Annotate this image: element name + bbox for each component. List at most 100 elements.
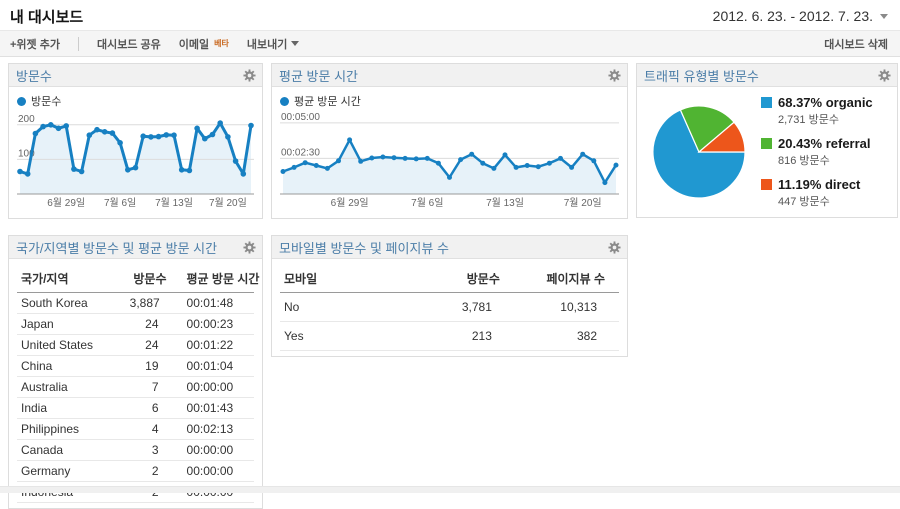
delete-dashboard-button[interactable]: 대시보드 삭제 [824, 36, 888, 52]
date-range-selector[interactable]: 2012. 6. 23. - 2012. 7. 23. [713, 8, 888, 24]
table-cell: 7 [124, 377, 181, 398]
legend-item-organic: 68.37% organic 2,731 방문수 [761, 95, 873, 127]
dashboard-content: 방문수 방문수 1002006월 29일7월 6일7월 13일7월 20일 국가… [0, 57, 900, 509]
email-button-label: 이메일 [179, 36, 209, 52]
table-row: China1900:01:04 [17, 356, 254, 377]
table-cell: South Korea [17, 293, 124, 314]
legend-percent-label: 68.37% organic [778, 95, 873, 110]
export-button-label: 내보내기 [247, 36, 287, 52]
table-cell: Yes [280, 322, 409, 351]
legend-item-direct: 11.19% direct 447 방문수 [761, 177, 873, 209]
table-cell: 00:01:48 [181, 293, 254, 314]
table-cell: 00:00:23 [181, 314, 254, 335]
table-row: South Korea3,88700:01:48 [17, 293, 254, 314]
table-cell: Canada [17, 440, 124, 461]
table-row: Germany200:00:00 [17, 461, 254, 482]
column-header: 방문수 [124, 264, 181, 293]
legend-label: 방문수 [31, 93, 61, 109]
svg-text:00:02:30: 00:02:30 [281, 147, 320, 158]
table-cell: 24 [124, 335, 181, 356]
table-cell: Australia [17, 377, 124, 398]
table-cell: 24 [124, 314, 181, 335]
export-button[interactable]: 내보내기 [247, 36, 299, 52]
visits-line-chart[interactable]: 1002006월 29일7월 6일7월 13일7월 20일 [17, 111, 254, 208]
widget-traffic-type: 트래픽 유형별 방문수 68.37% organic 2,731 방문수 20.… [636, 63, 898, 218]
table-row: United States2400:01:22 [17, 335, 254, 356]
countries-table: 국가/지역방문수평균 방문 시간South Korea3,88700:01:48… [17, 264, 254, 503]
table-cell: United States [17, 335, 124, 356]
widget-title-traffic-type[interactable]: 트래픽 유형별 방문수 [644, 66, 759, 85]
dashboard-titlebar: 내 대시보드 2012. 6. 23. - 2012. 7. 23. [0, 0, 900, 30]
chevron-down-icon [291, 41, 299, 46]
widget-header: 국가/지역별 방문수 및 평균 방문 시간 [9, 236, 262, 259]
chart-legend: 방문수 [17, 93, 254, 109]
add-widget-button[interactable]: +위젯 추가 [10, 36, 60, 52]
table-row: Canada300:00:00 [17, 440, 254, 461]
traffic-type-pie-chart[interactable] [651, 104, 747, 200]
table-cell: 6 [124, 398, 181, 419]
avg-visit-time-line-chart[interactable]: 00:02:3000:05:006월 29일7월 6일7월 13일7월 20일 [280, 111, 619, 208]
table-cell: 3 [124, 440, 181, 461]
table-cell: 00:00:00 [181, 461, 254, 482]
legend-swatch-icon [761, 179, 772, 190]
svg-text:6월 29일: 6월 29일 [47, 197, 85, 208]
widget-mobile: 모바일별 방문수 및 페이지뷰 수 모바일방문수페이지뷰 수No3,78110,… [271, 235, 628, 357]
widget-body: 평균 방문 시간 00:02:3000:05:006월 29일7월 6일7월 1… [272, 87, 627, 218]
legend-percent-label: 11.19% direct [778, 177, 860, 192]
page-title: 내 대시보드 [10, 6, 83, 27]
column-header: 평균 방문 시간 [181, 264, 254, 293]
table-cell: Japan [17, 314, 124, 335]
legend-visits-value: 2,731 방문수 [778, 111, 873, 127]
table-cell: 00:01:22 [181, 335, 254, 356]
svg-text:7월 6일: 7월 6일 [411, 197, 443, 208]
table-cell: China [17, 356, 124, 377]
table-cell: Germany [17, 461, 124, 482]
beta-badge: 베타 [214, 38, 229, 49]
table-cell: 213 [409, 322, 514, 351]
gear-icon[interactable] [608, 241, 621, 254]
widget-title-mobile[interactable]: 모바일별 방문수 및 페이지뷰 수 [279, 238, 449, 257]
widget-title-visits[interactable]: 방문수 [16, 66, 52, 85]
svg-text:7월 13일: 7월 13일 [486, 197, 524, 208]
svg-text:00:05:00: 00:05:00 [281, 112, 320, 123]
widget-header: 평균 방문 시간 [272, 64, 627, 87]
widget-avg-visit-time: 평균 방문 시간 평균 방문 시간 00:02:3000:05:006월 29일… [271, 63, 628, 219]
mobile-table: 모바일방문수페이지뷰 수No3,78110,313Yes213382 [280, 264, 619, 351]
gear-icon[interactable] [878, 69, 891, 82]
email-button[interactable]: 이메일 베타 [179, 36, 229, 52]
toolbar-left-group: +위젯 추가 대시보드 공유 이메일 베타 내보내기 [10, 36, 299, 52]
legend-item-referral: 20.43% referral 816 방문수 [761, 136, 873, 168]
table-row: Japan2400:00:23 [17, 314, 254, 335]
widget-body: 모바일방문수페이지뷰 수No3,78110,313Yes213382 [272, 259, 627, 356]
table-cell: 2 [124, 461, 181, 482]
column-header: 페이지뷰 수 [514, 264, 619, 293]
legend-swatch-icon [761, 97, 772, 108]
widget-title-avg-visit-time[interactable]: 평균 방문 시간 [279, 66, 358, 85]
widget-visits: 방문수 방문수 1002006월 29일7월 6일7월 13일7월 20일 [8, 63, 263, 219]
table-cell: 382 [514, 322, 619, 351]
table-cell: 00:01:04 [181, 356, 254, 377]
table-cell: 3,887 [124, 293, 181, 314]
legend-visits-value: 447 방문수 [778, 193, 873, 209]
table-row: Australia700:00:00 [17, 377, 254, 398]
legend-swatch-icon [761, 138, 772, 149]
svg-text:200: 200 [18, 114, 35, 125]
table-cell: Philippines [17, 419, 124, 440]
gear-icon[interactable] [243, 241, 256, 254]
toolbar-divider [78, 37, 79, 51]
column-header: 모바일 [280, 264, 409, 293]
widget-title-countries[interactable]: 국가/지역별 방문수 및 평균 방문 시간 [16, 238, 217, 257]
gear-icon[interactable] [243, 69, 256, 82]
table-cell: 00:00:00 [181, 377, 254, 398]
column-header: 방문수 [409, 264, 514, 293]
table-cell: 3,781 [409, 293, 514, 322]
widget-header: 모바일별 방문수 및 페이지뷰 수 [272, 236, 627, 259]
page-bottom-strip [0, 486, 900, 493]
share-dashboard-button[interactable]: 대시보드 공유 [97, 36, 161, 52]
dashboard-toolbar: +위젯 추가 대시보드 공유 이메일 베타 내보내기 대시보드 삭제 [0, 30, 900, 57]
date-range-text: 2012. 6. 23. - 2012. 7. 23. [713, 8, 873, 24]
table-cell: 10,313 [514, 293, 619, 322]
gear-icon[interactable] [608, 69, 621, 82]
svg-text:7월 20일: 7월 20일 [209, 197, 247, 208]
table-cell: 00:01:43 [181, 398, 254, 419]
